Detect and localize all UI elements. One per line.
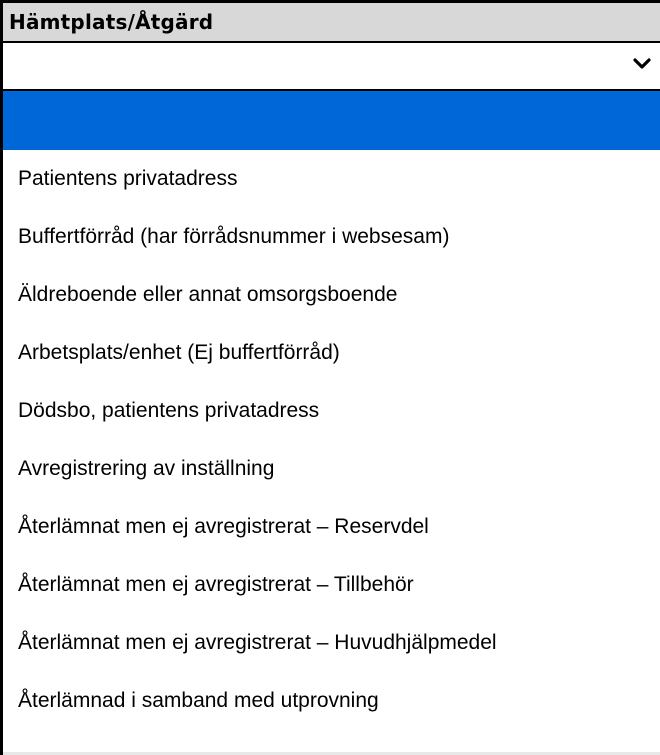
- option-aterlamnat-huvudhjalpmedel[interactable]: Återlämnat men ej avregistrerat – Huvudh…: [3, 614, 660, 672]
- field-label: Hämtplats/Åtgärd: [9, 10, 214, 34]
- option-empty-highlighted[interactable]: [3, 91, 660, 150]
- option-aterlamnad-utprovning[interactable]: Återlämnad i samband med utprovning: [3, 672, 660, 730]
- option-avregistrering[interactable]: Avregistrering av inställning: [3, 440, 660, 498]
- hamtplats-select[interactable]: [3, 41, 660, 89]
- option-aldreboende[interactable]: Äldreboende eller annat omsorgsboende: [3, 266, 660, 324]
- dropdown-widget: Hämtplats/Åtgärd Patientens privatadress…: [0, 0, 660, 755]
- option-aterlamnat-reservdel[interactable]: Återlämnat men ej avregistrerat – Reserv…: [3, 498, 660, 556]
- option-patientens-privatadress[interactable]: Patientens privatadress: [3, 150, 660, 208]
- option-dodsbo[interactable]: Dödsbo, patientens privatadress: [3, 382, 660, 440]
- chevron-down-icon[interactable]: [632, 55, 652, 73]
- option-aterlamnat-tillbehor[interactable]: Återlämnat men ej avregistrerat – Tillbe…: [3, 556, 660, 614]
- options-listbox: Patientens privatadress Buffertförråd (h…: [3, 89, 660, 755]
- option-buffertforrad[interactable]: Buffertförråd (har förrådsnummer i webse…: [3, 208, 660, 266]
- field-header: Hämtplats/Åtgärd: [3, 3, 660, 41]
- option-arbetsplats[interactable]: Arbetsplats/enhet (Ej buffertförråd): [3, 324, 660, 382]
